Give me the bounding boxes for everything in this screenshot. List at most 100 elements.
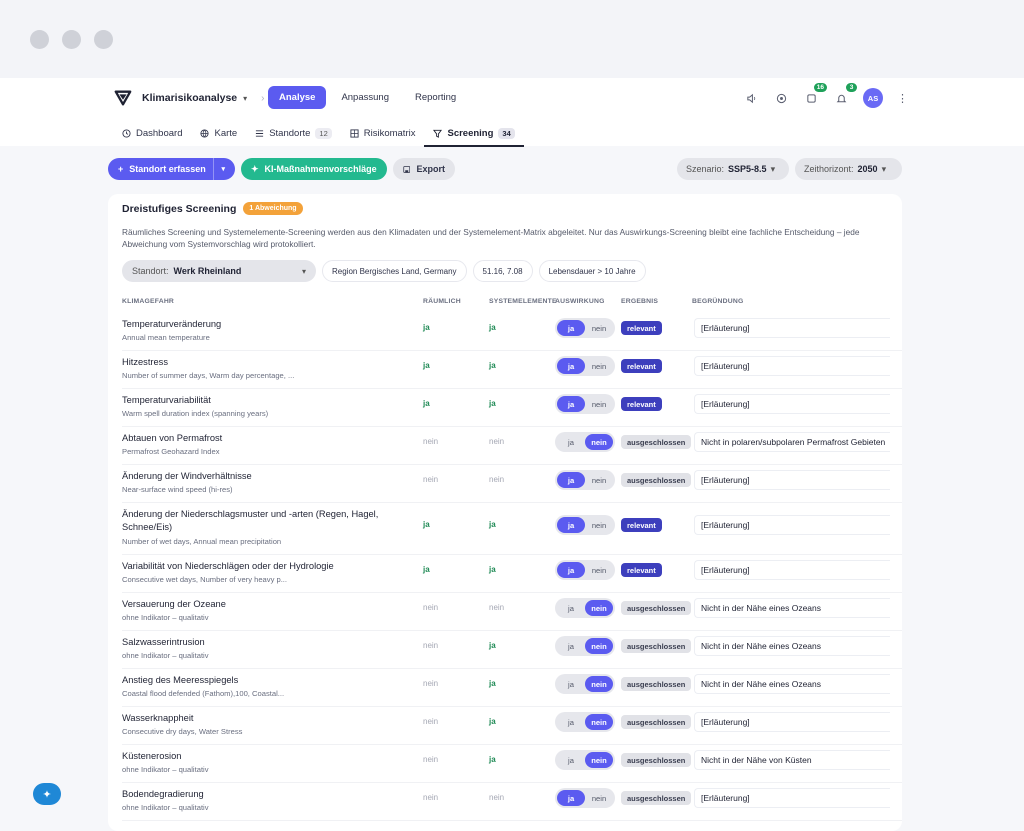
horizon-select[interactable]: Zeithorizont: 2050 ▾ (795, 158, 902, 180)
impact-option-nein[interactable]: nein (585, 562, 613, 578)
chevron-down-icon[interactable]: ▾ (213, 158, 225, 180)
reason-input[interactable]: Nicht in der Nähe eines Ozeans (694, 598, 890, 618)
impact-option-nein[interactable]: nein (585, 320, 613, 336)
reason-input[interactable]: Nicht in der Nähe eines Ozeans (694, 636, 890, 656)
result-badge: ausgeschlossen (621, 791, 692, 805)
site-select[interactable]: Standort: Werk Rheinland ▾ (122, 260, 316, 282)
impact-option-ja[interactable]: ja (557, 638, 585, 654)
impact-toggle[interactable]: ja nein (555, 394, 615, 414)
tab-karte[interactable]: Karte (191, 120, 246, 146)
impact-option-nein[interactable]: nein (585, 752, 613, 768)
impact-toggle[interactable]: ja nein (555, 712, 615, 732)
impact-option-nein[interactable]: nein (585, 790, 613, 806)
impact-option-nein[interactable]: nein (585, 676, 613, 692)
impact-option-ja[interactable]: ja (557, 562, 585, 578)
tab-standorte[interactable]: Standorte 12 (246, 120, 341, 146)
reason-input[interactable]: [Erläuterung] (694, 788, 890, 808)
result-badge: relevant (621, 563, 662, 577)
hazard-name: Temperaturvariabilität (122, 395, 211, 405)
impact-toggle[interactable]: ja nein (555, 470, 615, 490)
system-value: ja (489, 679, 496, 688)
chevron-down-icon[interactable]: ▾ (243, 94, 247, 103)
table-row: Wasserknappheit Consecutive dry days, Wat… (108, 712, 902, 750)
export-button[interactable]: Export (393, 158, 455, 180)
nav-anpassung[interactable]: Anpassung (330, 86, 400, 109)
impact-option-ja[interactable]: ja (557, 600, 585, 616)
impact-option-ja[interactable]: ja (557, 676, 585, 692)
impact-toggle[interactable]: ja nein (555, 598, 615, 618)
impact-option-nein[interactable]: nein (585, 600, 613, 616)
impact-option-ja[interactable]: ja (557, 434, 585, 450)
row-divider (122, 782, 902, 783)
reason-input[interactable]: [Erläuterung] (694, 560, 890, 580)
tab-risikomatrix[interactable]: Risikomatrix (341, 120, 425, 146)
impact-option-ja[interactable]: ja (557, 752, 585, 768)
ai-suggestions-button[interactable]: ✦ KI-Maßnahmenvorschläge (241, 158, 387, 180)
impact-option-ja[interactable]: ja (557, 358, 585, 374)
impact-toggle[interactable]: ja nein (555, 560, 615, 580)
hazard-indicator: ohne Indikator – qualitativ (122, 613, 209, 622)
notification-badge: 3 (846, 83, 857, 92)
hazard-indicator: ohne Indikator – qualitativ (122, 803, 209, 812)
impact-option-ja[interactable]: ja (557, 714, 585, 730)
impact-option-nein[interactable]: nein (585, 396, 613, 412)
impact-option-ja[interactable]: ja (557, 396, 585, 412)
scenario-select[interactable]: Szenario: SSP5-8.5 ▾ (677, 158, 789, 180)
spatial-value: nein (423, 755, 439, 764)
impact-toggle[interactable]: ja nein (555, 356, 615, 376)
reason-input[interactable]: [Erläuterung] (694, 356, 890, 376)
add-site-button[interactable]: + Standort erfassen ▾ (108, 158, 235, 180)
hazard-name: Versauerung der Ozeane (122, 599, 226, 609)
impact-option-nein[interactable]: nein (585, 714, 613, 730)
tab-screening[interactable]: Screening 34 (424, 120, 525, 147)
target-icon[interactable] (773, 90, 789, 106)
row-divider (122, 388, 902, 389)
impact-toggle[interactable]: ja nein (555, 750, 615, 770)
impact-option-ja[interactable]: ja (557, 472, 585, 488)
reason-input[interactable]: [Erläuterung] (694, 470, 890, 490)
filter-icon (433, 129, 443, 138)
reason-input[interactable]: [Erläuterung] (694, 712, 890, 732)
impact-option-nein[interactable]: nein (585, 638, 613, 654)
nav-reporting[interactable]: Reporting (404, 86, 467, 109)
impact-option-nein[interactable]: nein (585, 434, 613, 450)
impact-toggle[interactable]: ja nein (555, 636, 615, 656)
impact-option-nein[interactable]: nein (585, 358, 613, 374)
hazard-name: Bodendegradierung (122, 789, 204, 799)
avatar[interactable]: AS (863, 88, 883, 108)
col-system: SYSTEMELEMENTE (489, 298, 557, 305)
result-badge: relevant (621, 359, 662, 373)
impact-option-ja[interactable]: ja (557, 320, 585, 336)
speaker-icon[interactable] (743, 90, 759, 106)
impact-toggle[interactable]: ja nein (555, 674, 615, 694)
app-title[interactable]: Klimarisikoanalyse (142, 92, 237, 104)
reason-input[interactable]: [Erläuterung] (694, 394, 890, 414)
deviation-badge[interactable]: 1 Abweichung (243, 202, 303, 215)
reason-input[interactable]: Nicht in polaren/subpolaren Permafrost G… (694, 432, 890, 452)
impact-option-ja[interactable]: ja (557, 517, 585, 533)
more-options-icon[interactable]: ⋮ (897, 92, 908, 105)
reason-input[interactable]: [Erläuterung] (694, 515, 890, 535)
row-divider (122, 630, 902, 631)
table-row: Variabilität von Niederschlägen oder der… (108, 560, 902, 598)
assistant-button[interactable]: ✦ (33, 783, 61, 805)
reason-input[interactable]: Nicht in der Nähe eines Ozeans (694, 674, 890, 694)
impact-option-nein[interactable]: nein (585, 517, 613, 533)
impact-toggle[interactable]: ja nein (555, 432, 615, 452)
tasks-icon[interactable]: 16 (803, 83, 827, 106)
impact-option-ja[interactable]: ja (557, 790, 585, 806)
window-dot (30, 30, 49, 49)
reason-input[interactable]: [Erläuterung] (694, 318, 890, 338)
top-actions: 16 3 AS ⋮ (743, 83, 908, 108)
reason-input[interactable]: Nicht in der Nähe von Küsten (694, 750, 890, 770)
impact-toggle[interactable]: ja nein (555, 318, 615, 338)
row-divider (122, 668, 902, 669)
hazard-indicator: Number of summer days, Warm day percenta… (122, 371, 295, 380)
bell-icon[interactable]: 3 (833, 83, 857, 106)
nav-analyse[interactable]: Analyse (268, 86, 327, 109)
tab-dashboard[interactable]: Dashboard (122, 120, 191, 146)
impact-toggle[interactable]: ja nein (555, 788, 615, 808)
hazard-indicator: ohne Indikator – qualitativ (122, 651, 209, 660)
impact-option-nein[interactable]: nein (585, 472, 613, 488)
impact-toggle[interactable]: ja nein (555, 515, 615, 535)
